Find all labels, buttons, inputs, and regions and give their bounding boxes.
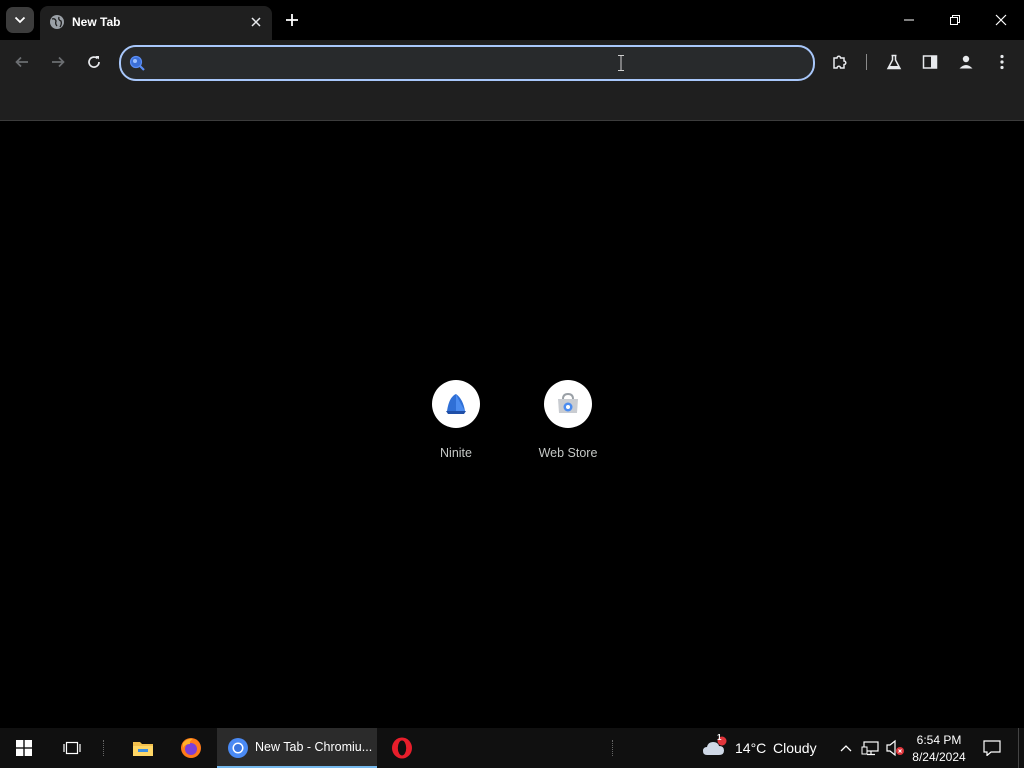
back-icon [15,56,28,68]
file-explorer-button[interactable] [122,728,164,768]
weather-condition: Cloudy [773,740,817,756]
new-tab-button[interactable] [280,8,304,32]
side-panel-icon [922,55,938,69]
opera-button[interactable] [382,728,422,768]
puzzle-icon [833,55,847,69]
file-explorer-icon [133,742,153,756]
browser-menu-button[interactable] [988,48,1016,76]
bookmarks-bar [0,84,1024,121]
tab-search-button[interactable] [6,7,34,33]
firefox-icon [181,738,201,758]
forward-icon [52,56,65,68]
show-desktop-button[interactable] [1018,728,1024,768]
back-button[interactable] [8,48,36,76]
firefox-button[interactable] [170,728,212,768]
browser-toolbar [0,40,1024,84]
reload-icon [88,56,100,68]
network-button[interactable] [861,738,881,758]
tab-title: New Tab [72,15,121,29]
window-close-button[interactable] [978,0,1024,40]
shortcut-label: Web Store [538,446,598,460]
reload-button[interactable] [80,48,108,76]
search-icon [129,55,145,71]
close-icon [251,17,261,27]
tab-new-tab[interactable]: New Tab [40,6,272,40]
shortcut-icon-circle [544,380,592,428]
webstore-icon [558,392,578,413]
forward-button[interactable] [44,48,72,76]
weather-temperature: 14°C [735,740,767,756]
plus-icon [286,14,298,26]
title-bar: New Tab [0,0,1024,40]
flask-icon [886,54,902,70]
shortcut-label: Ninite [440,446,472,460]
shortcut-tile-web-store[interactable]: Web Store [518,380,618,470]
shortcut-icon-circle [432,380,480,428]
clock-time: 6:54 PM [916,733,962,747]
close-icon [995,14,1007,26]
volume-muted-icon [886,739,904,757]
notification-icon [983,740,1001,756]
ninite-icon [446,394,466,414]
taskbar-divider [612,740,615,756]
system-clock[interactable]: 6:54 PM 8/24/2024 [906,731,972,767]
chevron-up-icon [840,745,852,752]
taskbar-divider [103,740,106,756]
windows-start-icon [16,740,32,756]
shortcut-tile-ninite[interactable]: Ninite [406,380,506,470]
show-hidden-icons-button[interactable] [836,738,856,758]
minimize-icon [904,19,914,21]
volume-button[interactable] [885,738,907,758]
action-center-button[interactable] [978,728,1006,768]
clock-date: 8/24/2024 [912,750,966,764]
address-input[interactable] [151,50,795,78]
extensions-button[interactable] [826,48,854,76]
opera-icon [392,737,412,759]
chrome-labs-button[interactable] [880,48,908,76]
windows-taskbar: New Tab - Chromiu... 1 14°C Cloudy 6:54 … [0,728,1024,768]
side-panel-button[interactable] [916,48,944,76]
cloud-icon [703,736,727,755]
kebab-menu-icon [1000,54,1004,70]
globe-icon [50,15,64,29]
network-icon [861,741,879,756]
chromium-icon [228,738,248,758]
weather-badge: 1 [717,733,722,742]
weather-widget[interactable]: 1 14°C Cloudy [700,728,830,768]
restore-icon [950,15,960,25]
task-view-icon [63,741,81,755]
text-cursor-icon [618,55,624,71]
taskbar-window-chromium[interactable]: New Tab - Chromiu... [217,728,377,768]
address-bar[interactable] [119,45,815,81]
new-tab-page: Ninite Web Store [0,121,1024,728]
start-button[interactable] [0,728,48,768]
task-view-button[interactable] [50,728,94,768]
tab-close-button[interactable] [245,11,267,33]
minimize-button[interactable] [886,0,932,40]
taskbar-window-label: New Tab - Chromiu... [255,740,373,754]
restore-button[interactable] [932,0,978,40]
tab-search-icon [14,16,26,24]
profile-icon [959,55,973,69]
toolbar-separator [866,54,867,70]
profile-button[interactable] [952,48,980,76]
